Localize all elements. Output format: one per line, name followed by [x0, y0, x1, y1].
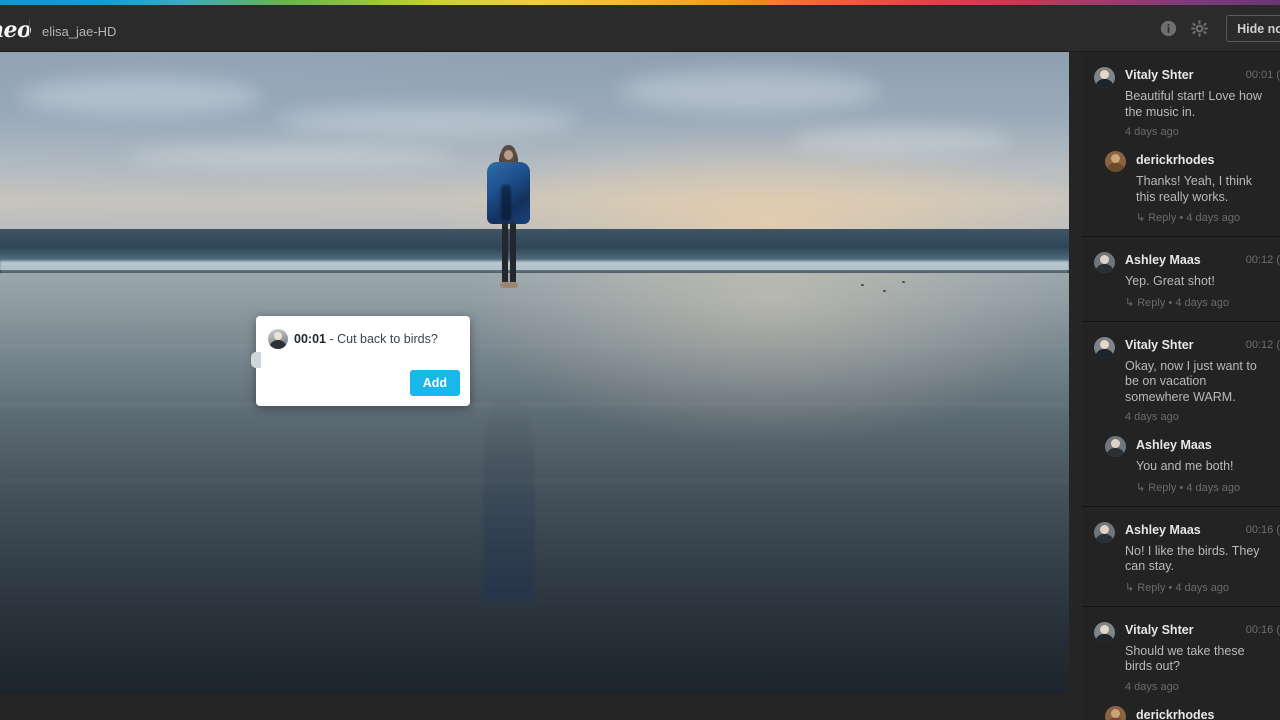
- comment-root: Vitaly Shter00:01 (Beautiful start! Love…: [1094, 66, 1268, 138]
- comment-meta[interactable]: ↳Reply • 4 days ago: [1136, 211, 1268, 224]
- comment-age: 4 days ago: [1186, 212, 1240, 224]
- header-divider: [29, 19, 30, 39]
- avatar[interactable]: [1094, 522, 1115, 543]
- comment-timecode[interactable]: 00:12 (: [1246, 254, 1280, 266]
- comment-author: Vitaly Shter: [1125, 336, 1194, 352]
- avatar[interactable]: [1094, 67, 1115, 88]
- comment-reply[interactable]: Ashley Maas You and me both! ↳Reply • 4 da…: [1105, 436, 1268, 494]
- avatar: [268, 329, 288, 349]
- comment-timecode[interactable]: 00:12 (: [1246, 339, 1280, 351]
- project-title: elisa_jae-HD: [42, 24, 116, 39]
- reply-link[interactable]: Reply: [1148, 482, 1176, 494]
- comment-meta[interactable]: ↳Reply • 4 days ago: [1136, 481, 1268, 494]
- note-text-row: 00:01 - Cut back to birds?: [294, 332, 438, 346]
- reply-body: Thanks! Yeah, I think this really works.: [1136, 174, 1268, 205]
- add-note-popup[interactable]: 00:01 - Cut back to birds? Add: [256, 316, 470, 406]
- comments-panel[interactable]: Vitaly Shter 00:01 ( Beautiful start! Love…: [1082, 52, 1280, 720]
- reply-arrow-icon: ↳: [1136, 481, 1145, 494]
- comment-body: Beautiful start! Love how the music in.: [1125, 89, 1268, 120]
- avatar[interactable]: [1094, 337, 1115, 358]
- comment-timecode[interactable]: 00:16 (: [1246, 624, 1280, 636]
- gear-icon[interactable]: [1191, 20, 1208, 37]
- popup-pointer: [251, 352, 261, 368]
- comment-thread[interactable]: Ashley Maas 00:12 ( Yep. Great shot! ↳Reply…: [1082, 237, 1280, 322]
- comment-author: Ashley Maas: [1125, 521, 1201, 537]
- subject-person: [483, 145, 535, 389]
- comment-root: Ashley Maas00:16 (No! I like the birds. …: [1094, 521, 1268, 594]
- comment-thread[interactable]: Vitaly Shter 00:12 ( Okay, now I just want…: [1082, 322, 1280, 507]
- comment-author: Vitaly Shter: [1125, 66, 1194, 82]
- vimeo-logo[interactable]: neo: [0, 17, 31, 43]
- subject-reflection: [483, 389, 535, 601]
- comment-thread[interactable]: Vitaly Shter 00:16 ( Should we take these …: [1082, 607, 1280, 720]
- comment-body: Okay, now I just want to be on vacation …: [1125, 359, 1268, 406]
- meta-separator: •: [1168, 582, 1172, 594]
- avatar[interactable]: [1105, 151, 1126, 172]
- comment-reply[interactable]: derickrhodes Thanks! Yeah, I think this r…: [1105, 151, 1268, 224]
- comment-reply[interactable]: derickrhodesHmm. You don't like them?: [1105, 706, 1268, 720]
- reply-arrow-icon: ↳: [1136, 211, 1145, 224]
- comment-body: Yep. Great shot!: [1125, 274, 1268, 290]
- comment-age: 4 days ago: [1175, 582, 1229, 594]
- hide-notes-button[interactable]: Hide notes: [1226, 15, 1280, 42]
- avatar[interactable]: [1094, 622, 1115, 643]
- comment-age: 4 days ago: [1186, 482, 1240, 494]
- meta-separator: •: [1179, 482, 1183, 494]
- note-body: Cut back to birds?: [337, 332, 438, 346]
- comment-body: No! I like the birds. They can stay.: [1125, 544, 1268, 575]
- reply-body: You and me both!: [1136, 459, 1268, 475]
- comment-root: Ashley Maas00:12 (Yep. Great shot!↳Reply…: [1094, 251, 1268, 309]
- note-timecode: 00:01: [294, 332, 326, 346]
- avatar[interactable]: [1094, 252, 1115, 273]
- comment-age: 4 days ago: [1125, 126, 1268, 138]
- avatar[interactable]: [1105, 436, 1126, 457]
- comment-age: 4 days ago: [1125, 411, 1268, 423]
- app-header: neo elisa_jae-HD Hide notes: [0, 5, 1280, 52]
- comment-timecode[interactable]: 00:01 (: [1246, 69, 1280, 81]
- meta-separator: •: [1168, 297, 1172, 309]
- reply-link[interactable]: Reply: [1137, 582, 1165, 594]
- reply-arrow-icon: ↳: [1125, 581, 1134, 594]
- comment-age: 4 days ago: [1125, 681, 1268, 693]
- comment-root: Vitaly Shter00:16 (Should we take these …: [1094, 621, 1268, 693]
- comment-body: Should we take these birds out?: [1125, 644, 1268, 675]
- note-separator: -: [326, 332, 337, 346]
- comment-meta[interactable]: ↳Reply • 4 days ago: [1125, 296, 1268, 309]
- comment-age: 4 days ago: [1175, 297, 1229, 309]
- add-note-button[interactable]: Add: [410, 370, 460, 396]
- comment-thread[interactable]: Vitaly Shter 00:01 ( Beautiful start! Love…: [1082, 52, 1280, 237]
- video-player-stage[interactable]: 00:01 - Cut back to birds? Add: [0, 52, 1069, 694]
- header-actions: Hide notes: [1160, 5, 1280, 52]
- reply-author: derickrhodes: [1136, 151, 1215, 167]
- reply-arrow-icon: ↳: [1125, 296, 1134, 309]
- avatar[interactable]: [1105, 706, 1126, 720]
- reply-link[interactable]: Reply: [1148, 212, 1176, 224]
- meta-separator: •: [1179, 212, 1183, 224]
- comment-author: Vitaly Shter: [1125, 621, 1194, 637]
- reply-author: derickrhodes: [1136, 706, 1215, 720]
- comment-thread[interactable]: Ashley Maas 00:16 ( No! I like the birds. …: [1082, 507, 1280, 607]
- comment-timecode[interactable]: 00:16 (: [1246, 524, 1280, 536]
- info-circle-icon[interactable]: [1160, 20, 1177, 37]
- comment-author: Ashley Maas: [1125, 251, 1201, 267]
- bird-icon: [902, 281, 905, 283]
- reply-link[interactable]: Reply: [1137, 297, 1165, 309]
- reply-author: Ashley Maas: [1136, 436, 1212, 452]
- comment-meta[interactable]: ↳Reply • 4 days ago: [1125, 581, 1268, 594]
- comment-root: Vitaly Shter00:12 (Okay, now I just want…: [1094, 336, 1268, 424]
